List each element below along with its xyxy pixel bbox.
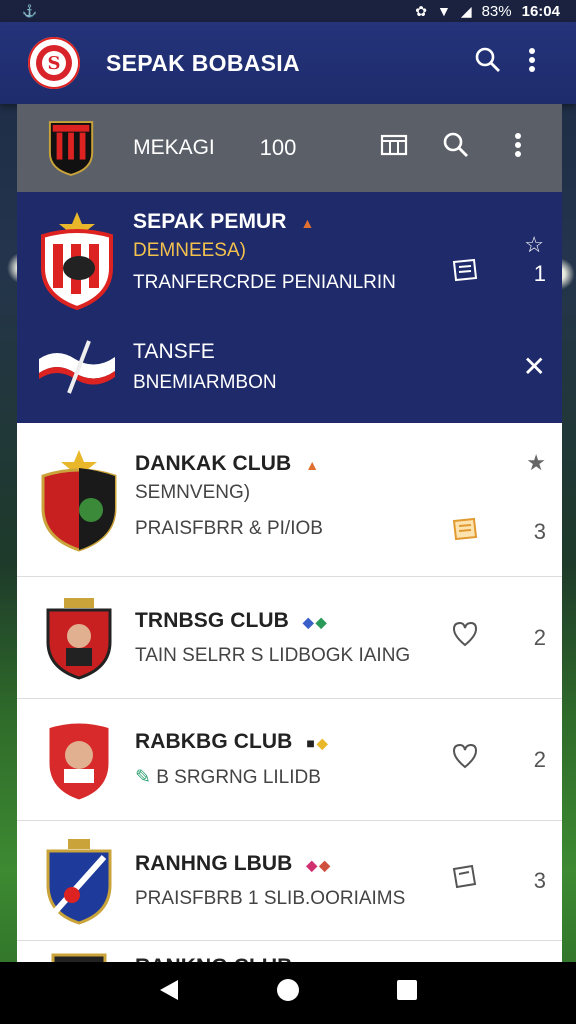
badge-icon: ▲ [305, 456, 320, 473]
home-icon[interactable] [276, 978, 300, 1008]
item-title: TANSFE [133, 339, 215, 363]
item-subtitle: DEMNEESA) [133, 240, 246, 261]
item-description: PRAISFBRB 1 SLIB.OORIAIMS [135, 887, 406, 909]
item-subtitle: SEMNVENG) [135, 481, 251, 503]
club-crest [37, 837, 121, 925]
wifi-icon: ▼ [436, 3, 451, 19]
battery-text: 83% [481, 2, 512, 20]
heart-icon[interactable] [450, 620, 480, 655]
search-icon[interactable] [432, 131, 480, 166]
item-title: RANHNG LBUB ◆ ◆ [135, 851, 331, 875]
badge-icon: ■ [306, 735, 315, 751]
item-count: 3 [533, 867, 546, 893]
sub-bar-name: MEKAGI [133, 136, 215, 159]
table-icon[interactable] [370, 134, 418, 163]
list-item[interactable]: DANKAK CLUB ▲ SEMNVENG) PRAISFBRR & PI/I… [17, 423, 562, 577]
club-crest [35, 210, 119, 310]
badge-icon: ▲ [300, 215, 315, 231]
badge-icon: ◆ [315, 613, 327, 630]
item-description: ✎ B SRGRNG LILIDB [135, 767, 321, 788]
svg-text:S: S [48, 53, 61, 74]
signal-icon: ◢ [460, 2, 472, 19]
list-item[interactable]: RANHNG LBUB ◆ ◆ PRAISFBRB 1 SLIB.OORIAIMS… [17, 821, 562, 941]
badge-icon: ◆ [302, 613, 314, 630]
flag-icon [35, 337, 119, 397]
favorite-star-icon[interactable]: ★ [526, 450, 546, 476]
club-list: SEPAK PEMUR ▲ DEMNEESA) TRANFERCRDE PENI… [17, 192, 562, 1001]
recents-icon[interactable] [396, 979, 418, 1007]
list-item[interactable]: RABKBG CLUB ■ ◆ ✎ B SRGRNG LILIDB 2 [17, 699, 562, 821]
favorite-star-icon[interactable]: ☆ [524, 232, 544, 258]
document-icon[interactable] [450, 515, 480, 550]
club-crest [37, 717, 121, 803]
back-icon[interactable] [158, 978, 180, 1008]
club-crest [37, 448, 121, 552]
search-icon[interactable] [466, 46, 510, 81]
system-nav-bar [0, 962, 576, 1024]
status-bar: ⚓ ✿ ▼ ◢ 83% 16:04 [0, 0, 576, 22]
document-icon[interactable] [450, 256, 480, 291]
document-icon[interactable] [450, 863, 480, 898]
club-crest [37, 596, 121, 680]
badge-icon: ◆ [306, 856, 318, 873]
app-title: SEPAK BOBASIA [106, 49, 300, 76]
heart-icon[interactable] [450, 742, 480, 777]
item-description: BNEMIARMBON [133, 371, 277, 393]
item-count: 2 [533, 746, 546, 772]
item-count: 2 [533, 624, 546, 650]
badge-icon: ◆ [316, 735, 328, 751]
item-title: SEPAK PEMUR ▲ [133, 210, 315, 233]
badge-icon: ◆ [319, 856, 331, 873]
list-item[interactable]: TRNBSG CLUB ◆ ◆ TAIN SELRR S LIDBOGK IAIN… [17, 577, 562, 699]
item-count: 1 [533, 260, 546, 286]
featured-item[interactable]: SEPAK PEMUR ▲ DEMNEESA) TRANFERCRDE PENI… [17, 192, 562, 423]
item-title: TRNBSG CLUB ◆ ◆ [135, 608, 327, 632]
sub-toolbar: MEKAGI 100 [17, 104, 562, 192]
item-title: RABKBG CLUB ■ ◆ [135, 730, 328, 753]
sub-bar-count: 100 [259, 135, 297, 160]
app-bar: S SEPAK BOBASIA [0, 22, 576, 104]
item-description: TAIN SELRR S LIDBOGK IAING [135, 644, 411, 666]
clock: 16:04 [521, 2, 560, 20]
pin-icon[interactable]: ✕ [523, 350, 546, 383]
app-logo[interactable]: S [28, 37, 80, 89]
more-vert-icon[interactable] [510, 47, 554, 80]
item-count: 3 [533, 519, 546, 544]
settings-status-icon: ✿ [415, 2, 427, 19]
item-description: PRAISFBRR & PI/IOB [135, 517, 323, 539]
club-crest-icon[interactable] [47, 118, 95, 178]
item-title: DANKAK CLUB ▲ [135, 451, 320, 475]
item-description: TRANFERCRDE PENIANLRIN [133, 272, 396, 293]
notification-icon: ⚓ [22, 4, 37, 18]
more-vert-icon[interactable] [494, 132, 542, 165]
leaf-icon: ✎ [135, 767, 151, 788]
